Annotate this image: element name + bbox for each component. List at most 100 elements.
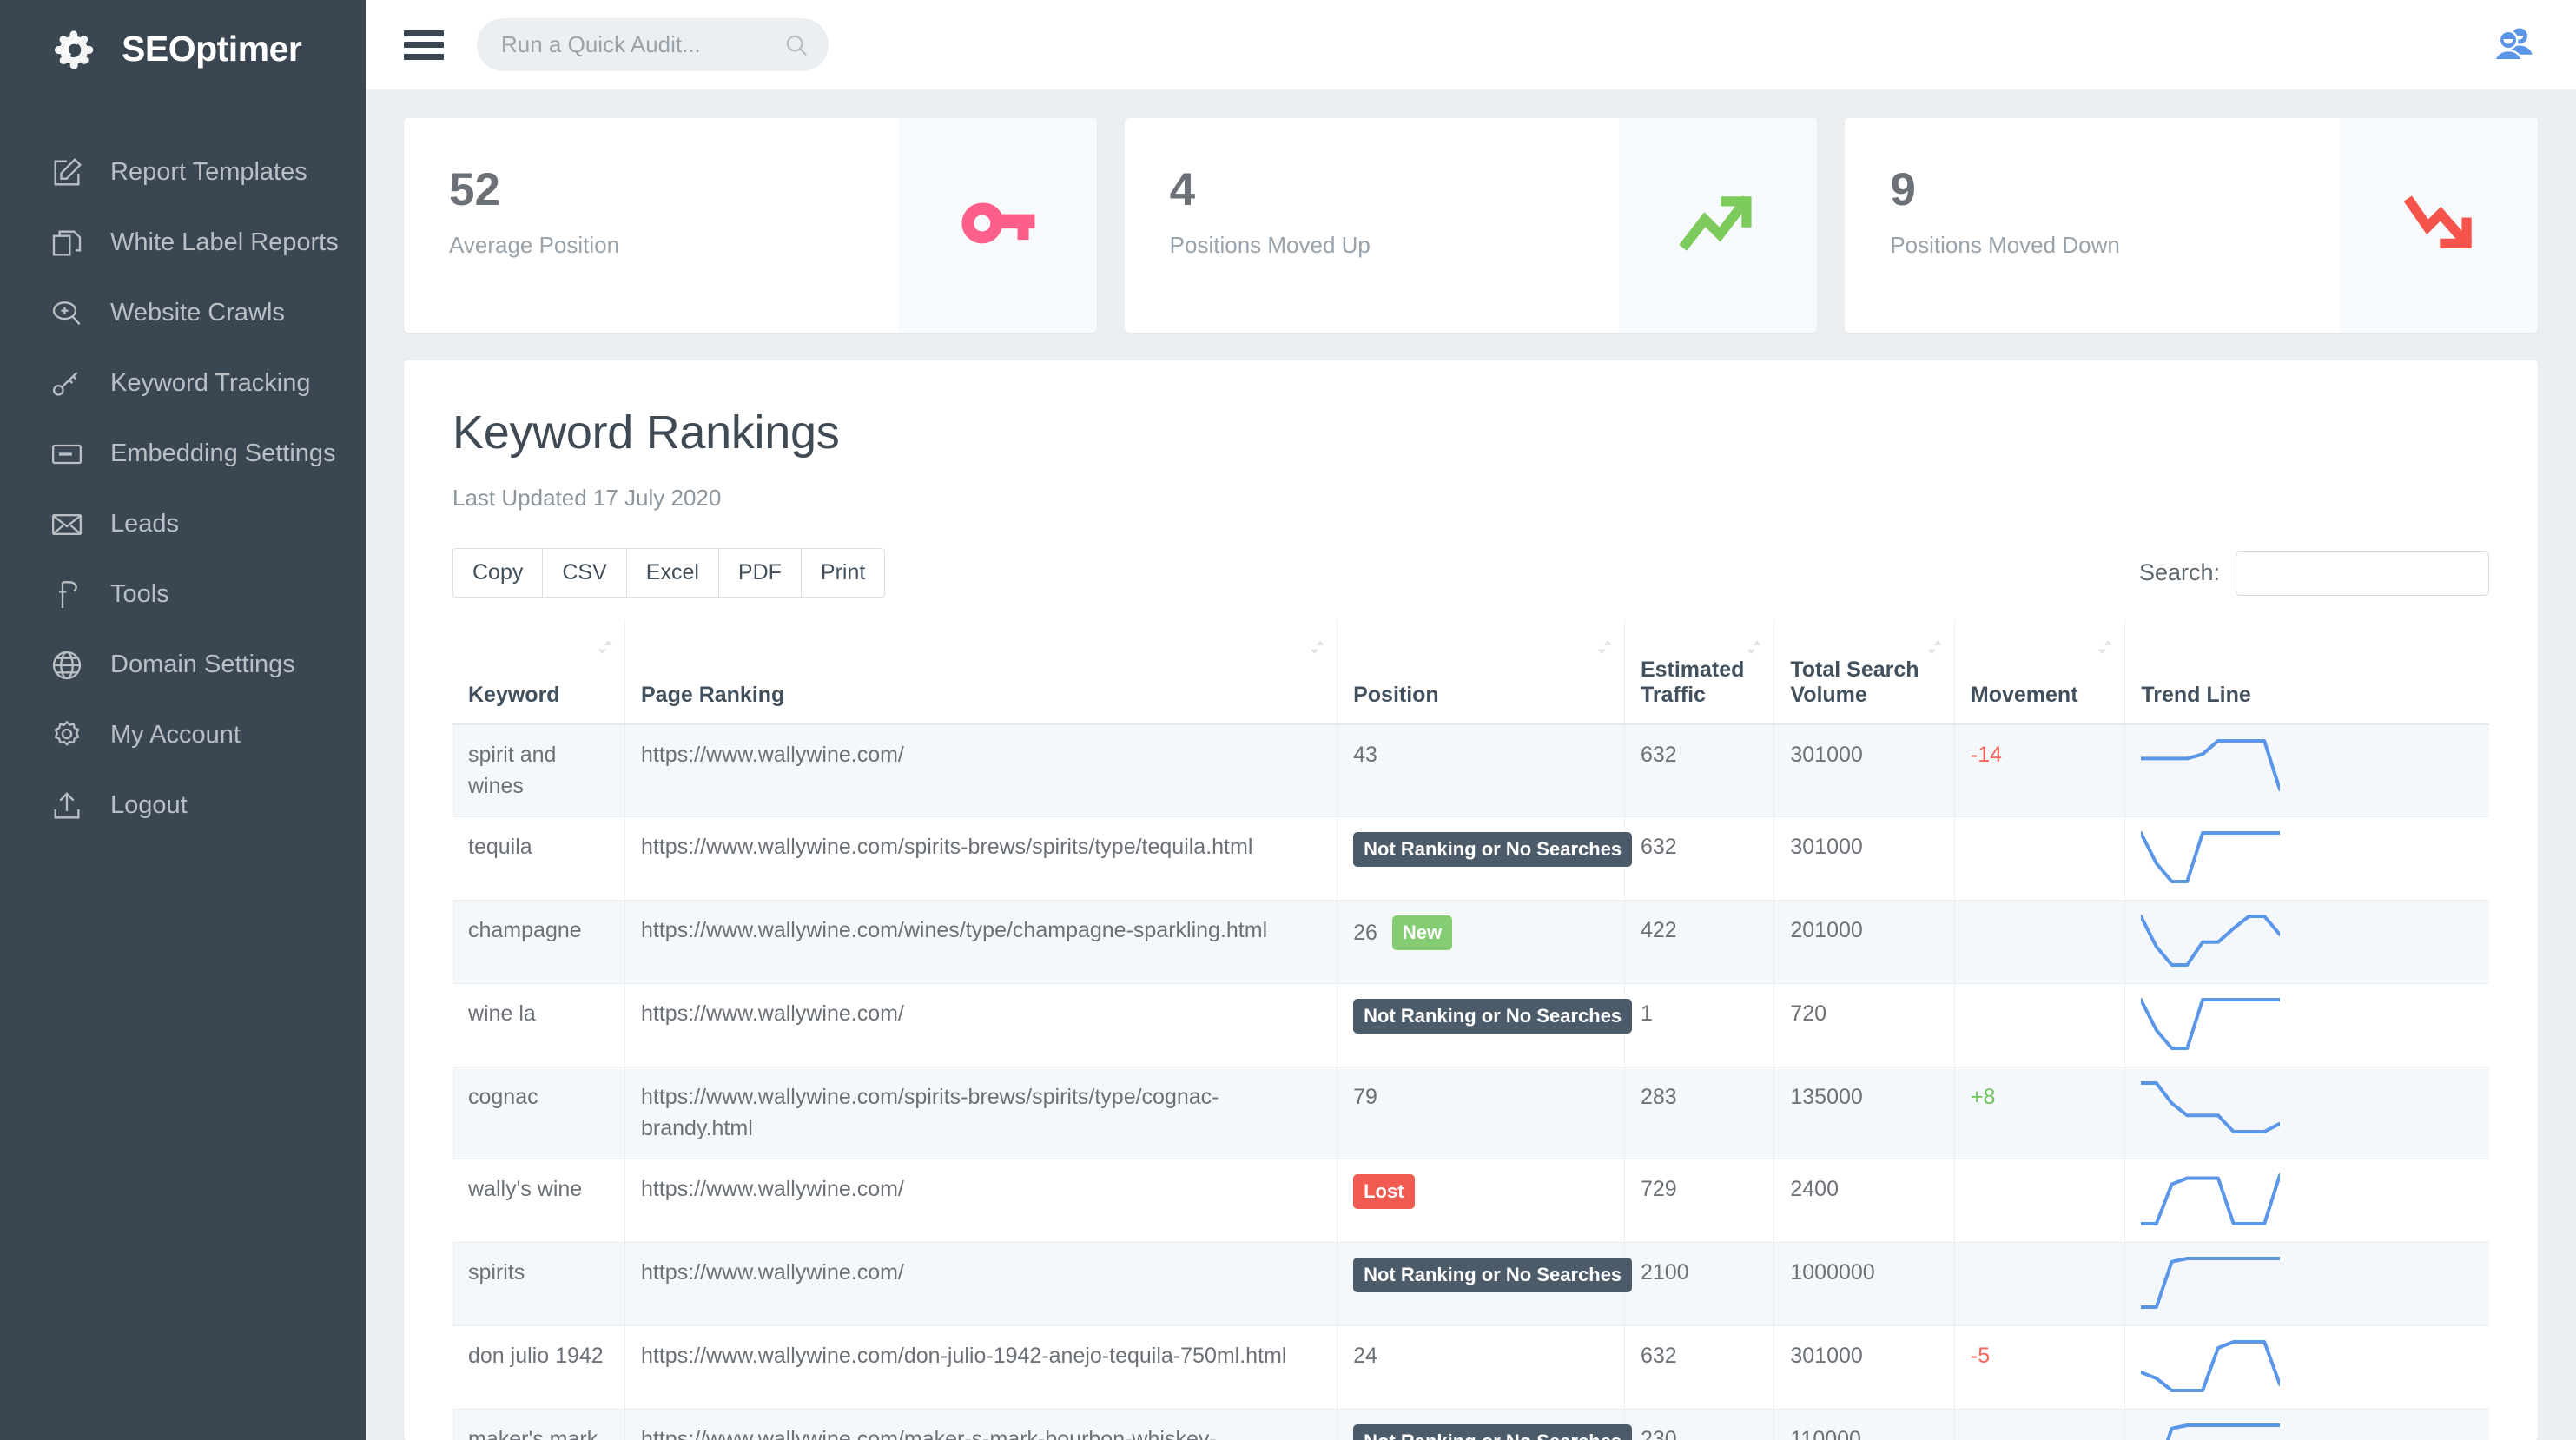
cell-position: Not Ranking or No Searches — [1337, 1409, 1633, 1440]
cell-position: Not Ranking or No Searches — [1337, 983, 1633, 1068]
csv-button[interactable]: CSV — [542, 548, 626, 598]
trend-sparkline — [2141, 996, 2474, 1052]
cell-page-ranking: https://www.wallywine.com/ — [624, 1159, 1338, 1244]
sidebar-item-label: Keyword Tracking — [110, 369, 311, 397]
sidebar-item-logout[interactable]: Logout — [0, 770, 366, 841]
sidebar-item-report-templates[interactable]: Report Templates — [0, 137, 366, 208]
seoptimer-gear-logo-icon — [54, 24, 104, 75]
sidebar-item-label: Report Templates — [110, 158, 307, 186]
stat-icon-panel — [2340, 118, 2539, 333]
table-controls: Copy CSV Excel PDF Print Search: — [452, 548, 2489, 598]
cell-movement — [1954, 816, 2126, 902]
cell-total-search-volume: 1000000 — [1773, 1242, 1955, 1327]
cell-keyword: don julio 1942 — [452, 1325, 625, 1410]
sidebar: SEOptimer Report Templates White Label R… — [0, 0, 366, 1440]
status-badge: Not Ranking or No Searches — [1353, 832, 1633, 868]
copy-button[interactable]: Copy — [452, 548, 543, 598]
hamburger-icon[interactable] — [404, 30, 444, 60]
position-cell-content: Not Ranking or No Searches — [1353, 1424, 1633, 1440]
column-header-total-search-volume[interactable]: Total Search Volume — [1773, 620, 1955, 726]
cell-trend-line — [2124, 1242, 2489, 1327]
sidebar-item-white-label-reports[interactable]: White Label Reports — [0, 208, 366, 278]
stat-card-text: 52 Average Position — [404, 118, 899, 333]
column-label: Estimated Traffic — [1640, 657, 1745, 708]
cell-position: Not Ranking or No Searches — [1337, 816, 1633, 902]
column-header-trend-line: Trend Line — [2124, 620, 2489, 726]
table-search-input[interactable] — [2236, 550, 2489, 596]
users-icon[interactable] — [2491, 26, 2538, 64]
cell-page-ranking: https://www.wallywine.com/ — [624, 1242, 1338, 1327]
cell-total-search-volume: 720 — [1773, 983, 1955, 1068]
trend-sparkline — [2141, 1172, 2474, 1227]
column-label: Keyword — [468, 683, 560, 708]
table-head: Keyword Page Ranking Position Estimated … — [452, 620, 2489, 726]
trend-up-icon — [1673, 178, 1763, 273]
sidebar-item-keyword-tracking[interactable]: Keyword Tracking — [0, 348, 366, 419]
cell-keyword: wally's wine — [452, 1159, 625, 1244]
stat-icon-panel — [1619, 118, 1818, 333]
print-button[interactable]: Print — [800, 548, 886, 598]
sidebar-item-label: Domain Settings — [110, 651, 295, 678]
sidebar-item-website-crawls[interactable]: Website Crawls — [0, 278, 366, 348]
column-header-movement[interactable]: Movement — [1954, 620, 2126, 726]
trend-sparkline — [2141, 1422, 2474, 1440]
trend-sparkline — [2141, 1338, 2474, 1394]
brand[interactable]: SEOptimer — [0, 0, 366, 98]
sidebar-item-leads[interactable]: Leads — [0, 489, 366, 559]
cell-trend-line — [2124, 1067, 2489, 1160]
column-header-estimated-traffic[interactable]: Estimated Traffic — [1624, 620, 1775, 726]
table-row: spirits https://www.wallywine.com/Not Ran… — [452, 1242, 2489, 1327]
cell-estimated-traffic: 1 — [1624, 983, 1775, 1068]
cell-keyword: cognac — [452, 1067, 625, 1160]
key-icon — [953, 178, 1043, 273]
search-input[interactable] — [501, 31, 775, 58]
sidebar-item-tools[interactable]: Tools — [0, 559, 366, 630]
position-value: 43 — [1353, 743, 1377, 768]
sidebar-item-label: Tools — [110, 580, 169, 608]
table-search-label: Search: — [2138, 559, 2220, 586]
sidebar-item-domain-settings[interactable]: Domain Settings — [0, 630, 366, 700]
cell-total-search-volume: 301000 — [1773, 1325, 1955, 1410]
keyword-rankings-panel: Keyword Rankings Last Updated 17 July 20… — [404, 360, 2538, 1440]
table-row: champagne https://www.wallywine.com/wines… — [452, 900, 2489, 985]
column-label: Trend Line — [2141, 683, 2251, 708]
sidebar-item-embedding-settings[interactable]: Embedding Settings — [0, 419, 366, 489]
movement-value: -14 — [1970, 743, 2003, 768]
column-header-page-ranking[interactable]: Page Ranking — [624, 620, 1338, 726]
position-cell-content: Not Ranking or No Searches — [1353, 999, 1633, 1034]
stat-cards: 52 Average Position 4 Positions Moved Up… — [404, 118, 2539, 333]
sidebar-item-my-account[interactable]: My Account — [0, 700, 366, 770]
cell-total-search-volume: 301000 — [1773, 724, 1955, 818]
key-icon — [48, 365, 86, 403]
sort-icon — [1927, 634, 1942, 660]
excel-button[interactable]: Excel — [625, 548, 718, 598]
cell-movement — [1954, 900, 2126, 985]
search-icon — [783, 32, 809, 58]
sidebar-item-label: Embedding Settings — [110, 439, 336, 467]
cell-page-ranking: https://www.wallywine.com/ — [624, 724, 1338, 818]
sort-icon — [1310, 634, 1324, 660]
column-header-position[interactable]: Position — [1337, 620, 1625, 726]
column-header-keyword[interactable]: Keyword — [452, 620, 625, 726]
status-badge: Not Ranking or No Searches — [1353, 1258, 1633, 1293]
page-title: Keyword Rankings — [452, 406, 840, 459]
sort-icon — [2097, 634, 2113, 660]
trend-sparkline — [2141, 829, 2474, 885]
movement-value: +8 — [1970, 1085, 1996, 1110]
export-button-group: Copy CSV Excel PDF Print — [452, 548, 886, 598]
status-badge: Not Ranking or No Searches — [1353, 999, 1633, 1034]
cell-trend-line — [2124, 724, 2489, 818]
cell-keyword: tequila — [452, 816, 625, 902]
sidebar-item-label: Website Crawls — [110, 299, 285, 327]
cell-trend-line — [2124, 1409, 2489, 1440]
cell-page-ranking: https://www.wallywine.com/spirits-brews/… — [624, 816, 1338, 902]
cell-estimated-traffic: 729 — [1624, 1159, 1775, 1244]
stat-label: Positions Moved Down — [1890, 231, 2120, 258]
quick-audit-search[interactable] — [477, 18, 829, 71]
magnifier-plus-icon — [48, 294, 86, 333]
cell-page-ranking: https://www.wallywine.com/don-julio-1942… — [624, 1325, 1338, 1410]
position-value: 24 — [1353, 1344, 1377, 1369]
table-row: wine la https://www.wallywine.com/Not Ran… — [452, 983, 2489, 1068]
stat-label: Positions Moved Up — [1169, 231, 1371, 258]
pdf-button[interactable]: PDF — [717, 548, 801, 598]
